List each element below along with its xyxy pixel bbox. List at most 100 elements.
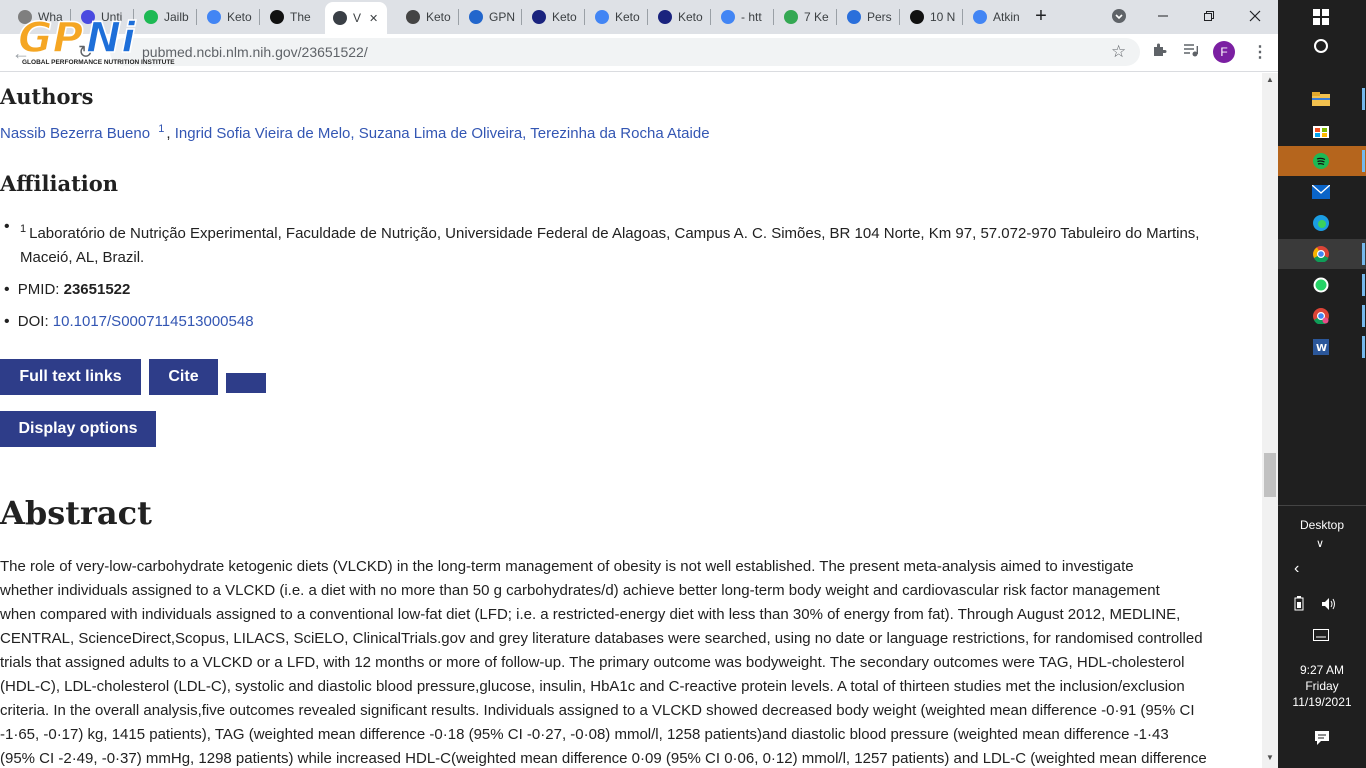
bookmark-star-icon[interactable]: ☆	[1111, 42, 1126, 62]
microsoft-store-icon[interactable]	[1310, 119, 1332, 141]
abstract-line: (95% CI -2·49, -0·37) mmHg, 1298 patient…	[0, 750, 1207, 767]
tab-label: - htt	[741, 10, 762, 24]
search-circle-icon[interactable]	[1310, 35, 1332, 57]
author-link[interactable]: Terezinha da Rocha Ataide	[530, 125, 709, 142]
touch-keyboard-icon[interactable]	[1313, 628, 1329, 646]
restore-icon[interactable]	[1194, 4, 1224, 28]
browser-tab[interactable]: - htt	[713, 4, 771, 30]
display-options-button[interactable]: Display options	[0, 411, 156, 447]
volume-icon[interactable]	[1321, 597, 1337, 616]
tab-label: Pers	[867, 10, 892, 24]
share-button[interactable]	[226, 373, 266, 393]
tab-favicon-icon	[469, 10, 483, 24]
tab-separator	[836, 9, 837, 25]
mail-icon[interactable]	[1310, 181, 1332, 203]
doi-link[interactable]: 10.1017/S0007114513000548	[53, 313, 254, 330]
affiliation-line: Laboratório de Nutrição Experimental, Fa…	[29, 225, 1200, 242]
scrollbar-thumb[interactable]	[1264, 453, 1276, 497]
address-bar[interactable]: pubmed.ncbi.nlm.nih.gov/23651522/	[110, 38, 1140, 66]
tab-label: Atkin	[993, 10, 1020, 24]
affiliation-heading: Affiliation	[0, 171, 119, 196]
word-icon[interactable]: W	[1310, 336, 1332, 358]
pmid-label: PMID:	[17, 281, 60, 298]
tab-favicon-icon	[406, 10, 420, 24]
svg-text:W: W	[1316, 343, 1327, 354]
browser-tab[interactable]: Keto	[199, 4, 257, 30]
browser-tab[interactable]: Keto	[398, 4, 456, 30]
abstract-line: criteria. In the overall analysis,five o…	[0, 702, 1195, 719]
tab-favicon-icon	[910, 10, 924, 24]
author-affiliation-sup[interactable]: 1	[158, 123, 164, 135]
minimize-icon[interactable]	[1148, 4, 1178, 28]
browser-tab[interactable]: Pers	[839, 4, 897, 30]
abstract-line: (HDL-C), LDL-cholesterol (LDL-C), systol…	[0, 678, 1185, 695]
browser-tab[interactable]: 10 N	[902, 4, 960, 30]
svg-text:Ni: Ni	[86, 13, 136, 62]
clock-date: 11/19/2021	[1292, 695, 1352, 709]
close-icon[interactable]	[1240, 4, 1270, 28]
abstract-line: when compared with individuals assigned …	[0, 606, 1181, 623]
chrome-icon[interactable]	[1310, 243, 1332, 265]
tab-label: Keto	[678, 10, 703, 24]
notifications-icon[interactable]	[1314, 730, 1330, 751]
browser-tab[interactable]: The	[262, 4, 320, 30]
tab-favicon-icon	[333, 11, 347, 25]
profile-avatar[interactable]: F	[1213, 41, 1235, 63]
pmid-value: 23651522	[63, 281, 131, 298]
windows-taskbar: W Desktop ∨ ‹ 9:27 AM Friday 11/19/2021	[1278, 0, 1366, 768]
spotify-icon[interactable]	[1310, 150, 1332, 172]
chrome-profile-icon[interactable]	[1310, 305, 1332, 327]
system-clock[interactable]: 9:27 AM Friday 11/19/2021	[1278, 662, 1366, 710]
windows-start-icon[interactable]	[1310, 6, 1332, 28]
browser-tab[interactable]: GPN	[461, 4, 519, 30]
tab-separator	[521, 9, 522, 25]
browser-tab[interactable]: 7 Ke	[776, 4, 834, 30]
tab-separator	[584, 9, 585, 25]
file-explorer-icon[interactable]	[1310, 88, 1332, 110]
abstract-line: -1·65, -0·17) kg, 1415 patients), TAG (w…	[0, 726, 1169, 743]
browser-tab[interactable]: Atkin	[965, 4, 1023, 30]
new-tab-button[interactable]: +	[1026, 4, 1056, 28]
tab-label: Keto	[615, 10, 640, 24]
abstract-line: CENTRAL, ScienceDirect,Scopus, LILACS, S…	[0, 630, 1203, 647]
browser-tab[interactable]: Keto	[587, 4, 645, 30]
close-tab-icon[interactable]: ✕	[369, 12, 378, 25]
affiliation-line: Maceió, AL, Brazil.	[20, 249, 145, 266]
cite-button[interactable]: Cite	[149, 359, 218, 395]
browser-tab[interactable]: V ✕	[325, 2, 387, 34]
tab-separator	[259, 9, 260, 25]
battery-icon[interactable]	[1293, 596, 1305, 617]
authors-heading: Authors	[0, 84, 94, 109]
abstract-line: trials that assigned adults to a VLCKD o…	[0, 654, 1185, 671]
tab-separator	[962, 9, 963, 25]
pmid-item: • PMID: 23651522	[4, 281, 131, 298]
media-control-icon[interactable]	[1183, 42, 1199, 63]
tab-label: Keto	[426, 10, 451, 24]
tab-search-icon[interactable]	[1104, 4, 1134, 28]
menu-kebab-icon[interactable]: ⋮	[1252, 42, 1268, 62]
extensions-icon[interactable]	[1151, 42, 1167, 63]
tab-favicon-icon	[721, 10, 735, 24]
full-text-links-button[interactable]: Full text links	[0, 359, 141, 395]
author-link[interactable]: Suzana Lima de Oliveira	[359, 125, 522, 142]
tab-label: 7 Ke	[804, 10, 829, 24]
doi-item: • DOI: 10.1017/S0007114513000548	[4, 313, 254, 330]
page-scrollbar[interactable]: ▲ ▼	[1262, 73, 1278, 768]
browser-tab[interactable]: Keto	[650, 4, 708, 30]
author-link[interactable]: Nassib Bezerra Bueno	[0, 125, 150, 142]
doi-label: DOI:	[17, 313, 49, 330]
tab-separator	[710, 9, 711, 25]
desktop-toolbar-label[interactable]: Desktop	[1278, 518, 1366, 532]
logo-subtitle: GLOBAL PERFORMANCE NUTRITION INSTITUTE	[22, 59, 175, 66]
gpni-logo-watermark: GP Ni GLOBAL PERFORMANCE NUTRITION INSTI…	[17, 12, 198, 70]
tab-favicon-icon	[784, 10, 798, 24]
author-link[interactable]: Ingrid Sofia Vieira de Melo	[175, 125, 351, 142]
whatsapp-icon[interactable]	[1310, 274, 1332, 296]
tab-label: 10 N	[930, 10, 956, 24]
desktop-expand-icon[interactable]: ∨	[1316, 537, 1324, 550]
tab-label: GPN	[489, 10, 516, 24]
edge-icon[interactable]	[1310, 212, 1332, 234]
browser-tab[interactable]: Keto	[524, 4, 582, 30]
tray-chevron-icon[interactable]: ‹	[1294, 560, 1299, 578]
affiliation-sup: 1	[20, 223, 27, 235]
